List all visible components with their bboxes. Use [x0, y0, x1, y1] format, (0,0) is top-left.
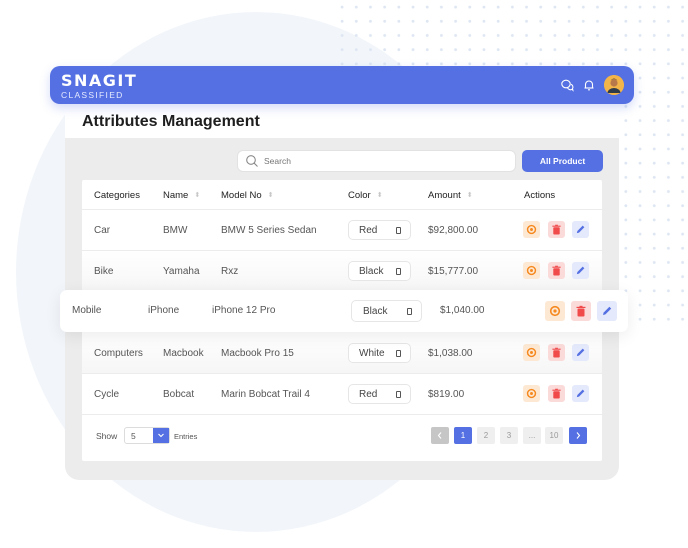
table-row: Car BMW BMW 5 Series Sedan Red $92,800.0… [82, 210, 602, 251]
table-row: Computers Macbook Macbook Pro 15 White $… [82, 333, 602, 374]
cell-category: Car [94, 225, 111, 236]
delete-button[interactable] [571, 301, 591, 321]
header-amount[interactable]: Amount ⬍ [428, 190, 473, 201]
cell-model: Rxz [221, 266, 239, 277]
avatar[interactable] [604, 75, 624, 95]
chevron-left-icon [437, 432, 442, 439]
logo-main[interactable]: SNAGIT [61, 71, 137, 90]
chevron-right-icon [576, 432, 581, 439]
view-button[interactable] [523, 262, 540, 279]
chat-icon[interactable] [560, 78, 574, 92]
trash-icon [552, 265, 561, 276]
search-icon [245, 154, 259, 168]
delete-button[interactable] [548, 221, 565, 238]
pencil-icon [576, 266, 585, 275]
sort-icon[interactable]: ⬍ [377, 191, 383, 199]
page-3-button[interactable]: 3 [500, 427, 518, 444]
edit-button[interactable] [597, 301, 617, 321]
bell-icon[interactable] [582, 78, 596, 92]
trash-icon [552, 224, 561, 235]
cell-amount: $92,800.00 [428, 225, 479, 236]
header-color[interactable]: Color ⬍ [348, 190, 383, 201]
cell-name: Yamaha [163, 266, 200, 277]
cell-amount: $15,777.00 [428, 266, 479, 277]
view-button[interactable] [523, 344, 540, 361]
logo-sub: CLASSIFIED [61, 90, 124, 100]
page-title: Attributes Management [82, 113, 260, 130]
cell-model: iPhone 12 Pro [212, 305, 276, 316]
cell-category: Computers [94, 348, 143, 359]
edit-button[interactable] [572, 385, 589, 402]
dropdown-icon [396, 350, 401, 357]
top-bar: SNAGIT CLASSIFIED [50, 66, 634, 104]
cell-category: Bike [94, 266, 114, 277]
cell-amount: $1,038.00 [428, 348, 473, 359]
dropdown-icon [396, 391, 401, 398]
cell-name: BMW [163, 225, 188, 236]
page-1-button[interactable]: 1 [454, 427, 472, 444]
search-box[interactable] [237, 150, 516, 172]
cell-name: Bobcat [163, 389, 195, 400]
pencil-icon [576, 348, 585, 357]
page-2-button[interactable]: 2 [477, 427, 495, 444]
all-product-button[interactable]: All Product [522, 150, 603, 172]
delete-button[interactable] [548, 344, 565, 361]
dropdown-icon [396, 227, 401, 234]
color-select[interactable]: White [348, 343, 411, 363]
cell-category: Cycle [94, 389, 120, 400]
color-select[interactable]: Black [351, 300, 422, 322]
trash-icon [576, 305, 586, 317]
cell-model: Macbook Pro 15 [221, 348, 294, 359]
entries-label: Entries [174, 432, 198, 441]
view-button[interactable] [545, 301, 565, 321]
cell-amount: $819.00 [428, 389, 465, 400]
eye-icon [526, 347, 537, 358]
eye-icon [549, 305, 561, 317]
dropdown-icon [407, 308, 412, 315]
header-name[interactable]: Name ⬍ [163, 190, 200, 201]
page-size-select[interactable]: 5 [124, 427, 170, 444]
page-10-button[interactable]: 10 [545, 427, 563, 444]
table-row: Bike Yamaha Rxz Black $15,777.00 [82, 251, 602, 292]
sort-icon[interactable]: ⬍ [194, 191, 200, 199]
prev-page-button[interactable] [431, 427, 449, 444]
cell-model: BMW 5 Series Sedan [221, 225, 317, 236]
cell-name: iPhone [148, 305, 180, 316]
edit-button[interactable] [572, 262, 589, 279]
cell-amount: $1,040.00 [440, 305, 485, 316]
edit-button[interactable] [572, 344, 589, 361]
delete-button[interactable] [548, 385, 565, 402]
color-select[interactable]: Black [348, 261, 411, 281]
trash-icon [552, 347, 561, 358]
cell-category: Mobile [72, 305, 102, 316]
chevron-down-icon[interactable] [153, 428, 169, 443]
eye-icon [526, 224, 537, 235]
trash-icon [552, 388, 561, 399]
pencil-icon [603, 306, 612, 315]
view-button[interactable] [523, 385, 540, 402]
cell-model: Marin Bobcat Trail 4 [221, 389, 310, 400]
color-select[interactable]: Red [348, 384, 411, 404]
delete-button[interactable] [548, 262, 565, 279]
dropdown-icon [396, 268, 401, 275]
show-label: Show [96, 431, 118, 441]
sort-icon[interactable]: ⬍ [268, 191, 274, 199]
header-categories: Categories [94, 190, 140, 201]
eye-icon [526, 388, 537, 399]
table-row: Cycle Bobcat Marin Bobcat Trail 4 Red $8… [82, 374, 602, 415]
header-actions: Actions [524, 190, 556, 201]
page-ellipsis: ... [523, 427, 541, 444]
header-model-no[interactable]: Model No ⬍ [221, 190, 274, 201]
edit-button[interactable] [572, 221, 589, 238]
pencil-icon [576, 225, 585, 234]
eye-icon [526, 265, 537, 276]
highlighted-table-row[interactable]: Mobile iPhone iPhone 12 Pro Black $1,040… [60, 290, 628, 332]
cell-name: Macbook [163, 348, 204, 359]
pencil-icon [576, 389, 585, 398]
next-page-button[interactable] [569, 427, 587, 444]
sort-icon[interactable]: ⬍ [467, 191, 473, 199]
view-button[interactable] [523, 221, 540, 238]
color-select[interactable]: Red [348, 220, 411, 240]
search-input[interactable] [264, 154, 504, 168]
